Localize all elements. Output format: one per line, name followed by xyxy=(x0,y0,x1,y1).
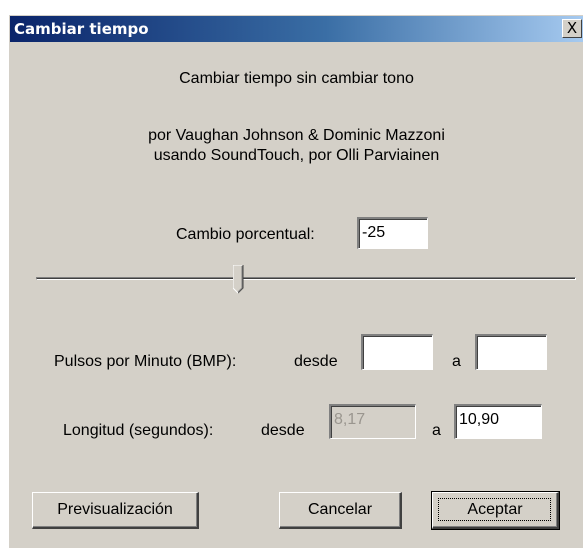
change-tempo-dialog: Cambiar tiempo X Cambiar tiempo sin camb… xyxy=(8,14,583,548)
ok-button-label: Aceptar xyxy=(467,501,523,518)
length-to-input[interactable]: 10,90 xyxy=(454,404,542,439)
effect-description: Cambiar tiempo sin cambiar tono xyxy=(179,70,414,87)
tempo-slider-thumb[interactable] xyxy=(233,265,244,294)
cancel-button[interactable]: Cancelar xyxy=(279,492,402,529)
close-button[interactable]: X xyxy=(562,19,582,38)
close-icon: X xyxy=(566,19,578,37)
length-to-label: a xyxy=(432,422,441,439)
bpm-to-input[interactable] xyxy=(475,334,547,370)
tempo-slider-track[interactable] xyxy=(36,277,576,280)
bpm-label: Pulsos por Minuto (BMP): xyxy=(54,353,237,370)
preview-button[interactable]: Previsualización xyxy=(32,492,199,529)
bpm-to-label: a xyxy=(452,353,461,370)
length-label: Longitud (segundos): xyxy=(63,422,214,439)
window-title: Cambiar tiempo xyxy=(14,20,149,38)
credits-line-2: usando SoundTouch, por Olli Parviainen xyxy=(153,147,440,164)
length-from-input: 8,17 xyxy=(329,404,416,439)
credits-line-1: por Vaughan Johnson & Dominic Mazzoni xyxy=(148,127,445,144)
percent-change-input[interactable]: -25 xyxy=(357,217,428,249)
ok-button[interactable]: Aceptar xyxy=(431,491,560,530)
title-bar[interactable]: Cambiar tiempo X xyxy=(10,16,583,42)
percent-change-label: Cambio porcentual: xyxy=(176,226,315,243)
bpm-from-label: desde xyxy=(294,353,338,370)
length-from-label: desde xyxy=(261,422,305,439)
bpm-from-input[interactable] xyxy=(361,334,433,370)
